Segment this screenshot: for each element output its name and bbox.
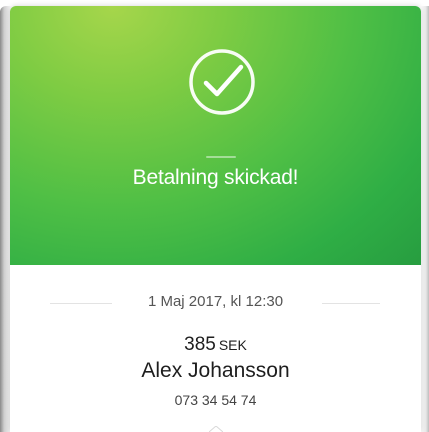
receipt-card: Betalning skickad! 1 Maj 2017, kl 12:30 …	[10, 6, 421, 432]
receipt-notch	[209, 426, 223, 432]
success-header: Betalning skickad!	[10, 6, 421, 265]
header-divider	[206, 156, 236, 158]
date-row: 1 Maj 2017, kl 12:30	[10, 291, 421, 315]
payment-confirmation-screen: Betalning skickad! 1 Maj 2017, kl 12:30 …	[0, 0, 429, 432]
right-edge-shadow	[421, 6, 429, 432]
amount-value: 385	[184, 334, 216, 355]
recipient-name: Alex Johansson	[141, 359, 290, 382]
success-title: Betalning skickad!	[132, 166, 299, 189]
checkmark-circle-icon	[186, 46, 258, 118]
payment-amount: 385 SEK	[10, 334, 421, 356]
payment-details: 1 Maj 2017, kl 12:30 385 SEK Alex Johanss…	[10, 265, 421, 432]
date-divider-right	[322, 303, 380, 304]
payment-datetime: 1 Maj 2017, kl 12:30	[147, 293, 284, 310]
amount-currency: SEK	[218, 337, 247, 353]
recipient-phone: 073 34 54 74	[174, 392, 257, 408]
